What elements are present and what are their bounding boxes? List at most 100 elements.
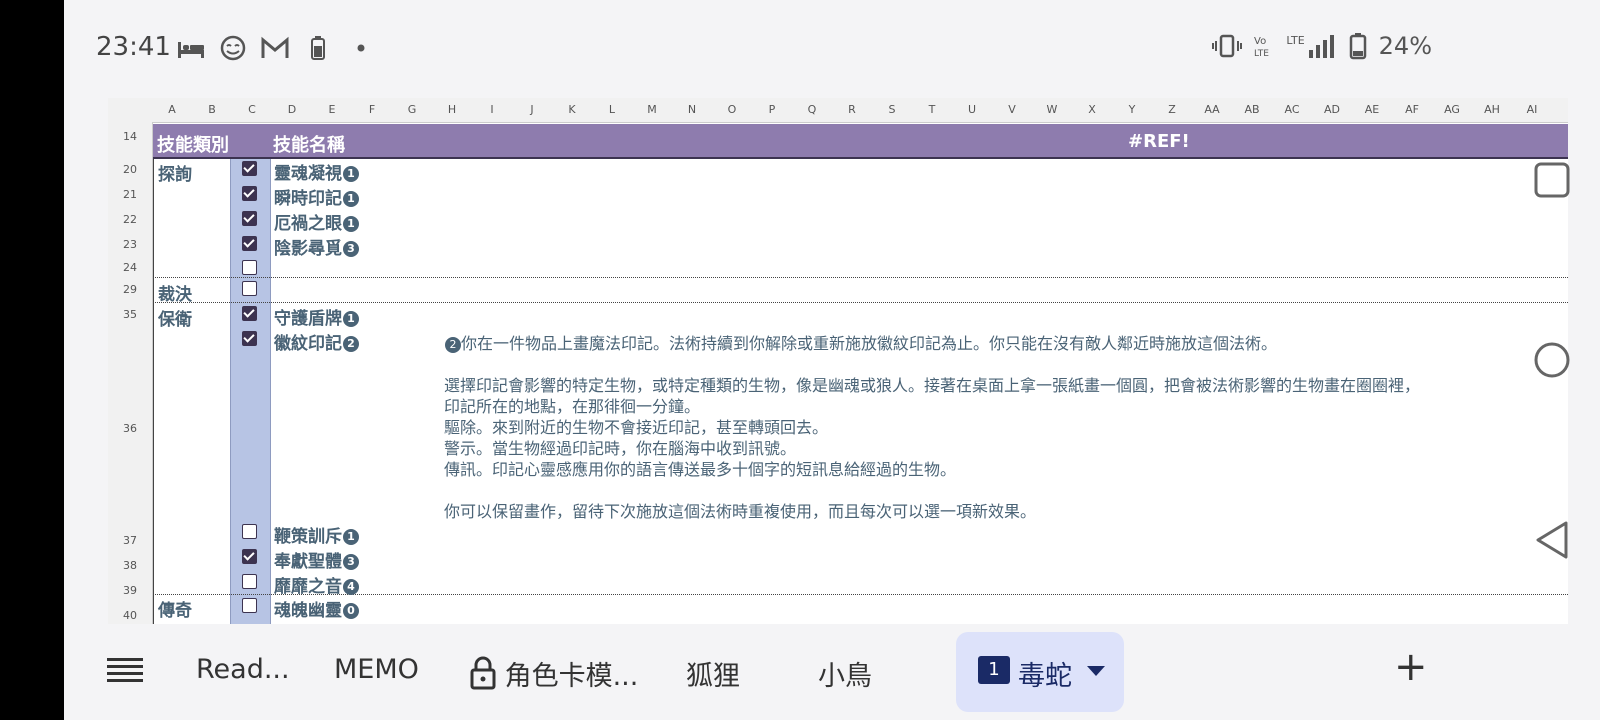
skill-name-cell[interactable]: 陰影尋覓 3 <box>274 234 359 259</box>
col-header[interactable]: AH <box>1472 103 1512 116</box>
skill-checkbox[interactable] <box>242 281 257 296</box>
col-header[interactable]: J <box>512 103 552 116</box>
col-header[interactable]: L <box>592 103 632 116</box>
skill-name-cell[interactable]: 鞭策訓斥 1 <box>274 522 359 547</box>
row-label[interactable]: 22 <box>108 213 152 226</box>
col-header[interactable]: I <box>472 103 512 116</box>
row-label[interactable]: 23 <box>108 238 152 251</box>
col-header[interactable]: K <box>552 103 592 116</box>
skill-checkbox[interactable] <box>242 331 257 346</box>
col-header[interactable]: AG <box>1432 103 1472 116</box>
col-header[interactable]: T <box>912 103 952 116</box>
col-header[interactable]: AF <box>1392 103 1432 116</box>
row-label[interactable]: 21 <box>108 188 152 201</box>
col-header[interactable]: R <box>832 103 872 116</box>
col-header[interactable]: V <box>992 103 1032 116</box>
column-header: A B C D E F G H I J K L M N O P Q R S T … <box>108 98 1568 123</box>
chevron-down-icon[interactable] <box>1086 664 1106 678</box>
spreadsheet-grid[interactable]: A B C D E F G H I J K L M N O P Q R S T … <box>108 98 1568 624</box>
skill-name: 魂魄幽靈 <box>274 601 342 621</box>
skill-checkbox[interactable] <box>242 549 257 564</box>
col-header[interactable]: AA <box>1192 103 1232 116</box>
col-header[interactable]: P <box>752 103 792 116</box>
level-badge: 3 <box>343 554 359 570</box>
svg-text:LTE: LTE <box>1254 49 1269 59</box>
row-label[interactable]: 37 <box>108 534 152 547</box>
row-label[interactable]: 24 <box>108 261 152 274</box>
col-header[interactable]: U <box>952 103 992 116</box>
tab-memo[interactable]: MEMO <box>334 654 419 685</box>
description-text: 你在一件物品上畫魔法印記。法術持續到你解除或重新施放徽紋印記為止。你只能在沒有敵… <box>461 334 1278 353</box>
col-header[interactable]: D <box>272 103 312 116</box>
skill-name-cell[interactable]: 奉獻聖體 3 <box>274 547 359 572</box>
add-sheet-button[interactable]: + <box>1394 644 1428 690</box>
col-header[interactable]: S <box>872 103 912 116</box>
skill-checkbox[interactable] <box>242 186 257 201</box>
skill-checkbox[interactable] <box>242 598 257 613</box>
row-label[interactable]: 38 <box>108 559 152 572</box>
col-header[interactable]: Z <box>1152 103 1192 116</box>
row-label[interactable]: 35 <box>108 308 152 321</box>
col-header[interactable]: X <box>1072 103 1112 116</box>
description-line[interactable]: 傳訊。印記心靈感應用你的語言傳送最多十個字的短訊息給經過的生物。 <box>444 456 956 480</box>
col-header[interactable]: Y <box>1112 103 1152 116</box>
col-header[interactable]: G <box>392 103 432 116</box>
tab-character-template[interactable]: 角色卡模... <box>470 654 638 693</box>
category-legend[interactable]: 傳奇 <box>158 596 192 621</box>
skill-checkbox[interactable] <box>242 524 257 539</box>
skill-name-cell[interactable]: 魂魄幽靈 0 <box>274 596 359 621</box>
col-header[interactable]: O <box>712 103 752 116</box>
col-header[interactable]: AB <box>1232 103 1272 116</box>
tab-badge: 1 <box>978 656 1010 684</box>
skill-name-cell[interactable]: 瞬時印記 1 <box>274 184 359 209</box>
face-icon <box>220 35 246 61</box>
menu-icon[interactable] <box>106 654 144 688</box>
skill-name-cell[interactable]: 徽紋印記 2 <box>274 329 359 354</box>
col-header[interactable]: AI <box>1512 103 1552 116</box>
tab-fox[interactable]: 狐狸 <box>686 654 740 693</box>
skill-name-cell[interactable]: 守護盾牌 1 <box>274 304 359 329</box>
category-guard[interactable]: 保衛 <box>158 305 192 330</box>
col-header[interactable]: N <box>672 103 712 116</box>
col-header[interactable]: B <box>192 103 232 116</box>
tab-read[interactable]: Read... <box>196 654 290 685</box>
col-header[interactable]: AD <box>1312 103 1352 116</box>
skill-checkbox[interactable] <box>242 211 257 226</box>
category-judge[interactable]: 裁決 <box>158 280 192 305</box>
skill-checkbox[interactable] <box>242 574 257 589</box>
skill-checkbox[interactable] <box>242 260 257 275</box>
description-line[interactable]: 你可以保留畫作，留待下次施放這個法術時重複使用，而且每次可以選一項新效果。 <box>444 498 1036 522</box>
skill-checkbox[interactable] <box>242 161 257 176</box>
battery-icon <box>1349 33 1366 60</box>
row-label[interactable]: 20 <box>108 163 152 176</box>
row-label[interactable]: 39 <box>108 584 152 597</box>
skill-name-cell[interactable]: 厄禍之眼 1 <box>274 209 359 234</box>
col-header[interactable]: W <box>1032 103 1072 116</box>
recents-button[interactable] <box>1534 162 1570 198</box>
level-badge: 1 <box>343 311 359 327</box>
col-header[interactable]: Q <box>792 103 832 116</box>
skill-name-cell[interactable]: 靡靡之音 4 <box>274 572 359 597</box>
skill-name-cell[interactable]: 靈魂凝視 1 <box>274 159 359 184</box>
row-label[interactable]: 36 <box>108 422 152 435</box>
skill-checkbox[interactable] <box>242 236 257 251</box>
home-button[interactable] <box>1532 340 1572 380</box>
back-button[interactable] <box>1534 520 1570 560</box>
col-header[interactable]: M <box>632 103 672 116</box>
category-investigate[interactable]: 探詢 <box>158 160 192 185</box>
table-header-row[interactable]: 技能類別 技能名稱 #REF! <box>153 124 1568 159</box>
col-header[interactable]: AC <box>1272 103 1312 116</box>
tab-bird[interactable]: 小鳥 <box>818 654 872 693</box>
skill-checkbox[interactable] <box>242 306 257 321</box>
col-header[interactable]: H <box>432 103 472 116</box>
col-header[interactable]: F <box>352 103 392 116</box>
row-label[interactable]: 14 <box>108 130 152 143</box>
tab-snake[interactable]: 1 毒蛇 <box>956 632 1124 712</box>
row-label[interactable]: 29 <box>108 283 152 296</box>
col-header[interactable]: E <box>312 103 352 116</box>
col-header[interactable]: C <box>232 103 272 116</box>
col-header[interactable]: AE <box>1352 103 1392 116</box>
col-header[interactable]: A <box>152 103 192 116</box>
description-line[interactable]: 2 你在一件物品上畫魔法印記。法術持續到你解除或重新施放徽紋印記為止。你只能在沒有… <box>444 330 1277 354</box>
row-label[interactable]: 40 <box>108 609 152 622</box>
